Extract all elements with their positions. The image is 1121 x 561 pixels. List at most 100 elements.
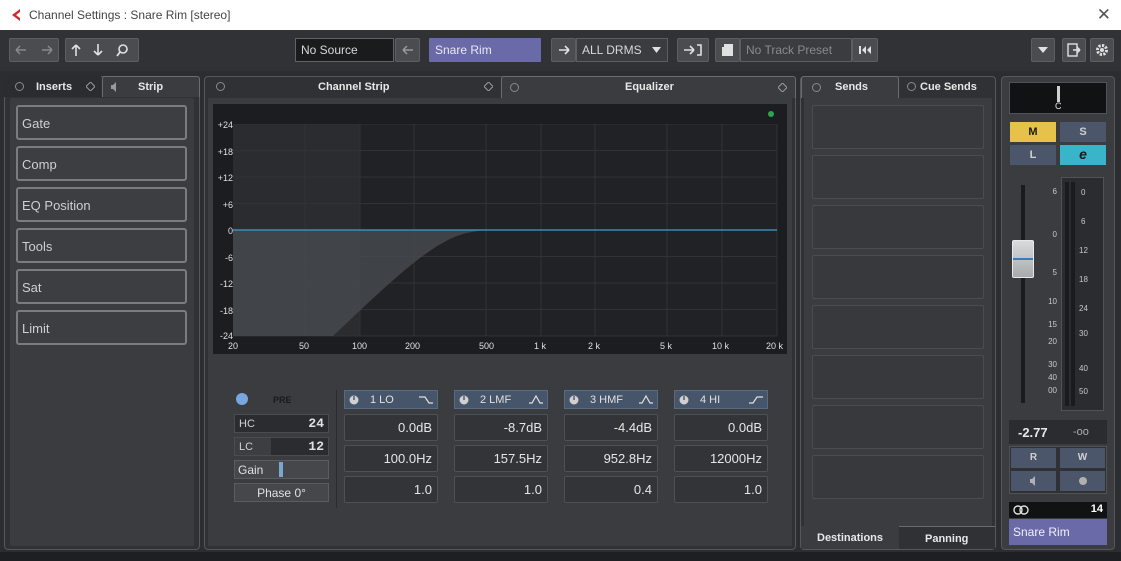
send-slot-3[interactable] <box>812 205 984 249</box>
record-enable-button[interactable] <box>1060 471 1105 491</box>
read-button[interactable]: R <box>1011 448 1056 468</box>
visibility-dropdown[interactable]: ALL DRMS <box>576 38 668 62</box>
routing-back-button[interactable] <box>395 38 420 62</box>
volume-fader-handle[interactable] <box>1012 240 1034 278</box>
power-icon[interactable] <box>349 395 359 405</box>
preset-browse-button[interactable] <box>852 38 878 62</box>
band-4-header[interactable]: 4 HI <box>674 390 768 409</box>
track-preset-field[interactable]: No Track Preset <box>740 38 852 62</box>
fader-scale-label: 00 <box>1048 386 1057 395</box>
band-2-gain[interactable]: -8.7dB <box>454 414 548 441</box>
band-3-freq[interactable]: 952.8Hz <box>564 445 658 472</box>
send-slot-2[interactable] <box>812 155 984 199</box>
eq-bypass-button[interactable] <box>236 393 248 405</box>
tab-strip[interactable]: Strip <box>102 76 200 97</box>
high-cut-control[interactable]: HC 24 <box>234 414 329 433</box>
band-2-q[interactable]: 1.0 <box>454 476 548 503</box>
close-icon[interactable]: ✕ <box>1097 5 1111 25</box>
high-shelf-icon[interactable] <box>749 395 763 405</box>
band-2-freq[interactable]: 157.5Hz <box>454 445 548 472</box>
tab-sends[interactable]: Sends <box>801 76 899 98</box>
band-1-freq[interactable]: 100.0Hz <box>344 445 438 472</box>
strip-module-comp[interactable]: Comp <box>16 146 187 181</box>
tab-cue-sends[interactable]: Cue Sends <box>900 77 995 97</box>
tab-inserts[interactable]: Inserts <box>4 76 101 97</box>
channel-name-field[interactable]: Snare Rim <box>1009 519 1107 545</box>
tab-destinations[interactable]: Destinations <box>801 526 899 549</box>
send-slot-1[interactable] <box>812 105 984 149</box>
navigation-arrows[interactable] <box>9 38 59 62</box>
menu-dropdown-button[interactable] <box>1031 38 1055 62</box>
low-shelf-icon[interactable] <box>419 395 433 405</box>
track-name-field[interactable]: Snare Rim <box>429 38 541 62</box>
band-3-gain[interactable]: -4.4dB <box>564 414 658 441</box>
settings-button[interactable] <box>1090 38 1114 62</box>
window-title: Channel Settings : Snare Rim [stereo] <box>29 8 231 22</box>
strip-module-limit[interactable]: Limit <box>16 310 187 345</box>
listen-button[interactable]: L <box>1010 145 1056 165</box>
peak-filter-icon[interactable] <box>529 394 543 405</box>
x-tick-label: 20 k <box>766 341 784 351</box>
band-4-freq[interactable]: 12000Hz <box>674 445 768 472</box>
exit-button[interactable] <box>1062 38 1086 62</box>
fader-track <box>1021 185 1025 403</box>
band-1-header[interactable]: 1 LO <box>344 390 438 409</box>
band-3-header[interactable]: 3 HMF <box>564 390 658 409</box>
tab-dot-icon <box>907 82 916 91</box>
tab-dot-icon <box>812 83 821 92</box>
send-slot-8[interactable] <box>812 455 984 499</box>
strip-module-eq-position[interactable]: EQ Position <box>16 187 187 222</box>
send-slot-7[interactable] <box>812 405 984 449</box>
speaker-icon <box>1029 476 1035 486</box>
tab-label: Equalizer <box>625 81 674 93</box>
power-icon[interactable] <box>569 395 579 405</box>
gain-slider-handle[interactable] <box>279 462 283 477</box>
band-2-header[interactable]: 2 LMF <box>454 390 548 409</box>
search-nav-group[interactable] <box>65 38 139 62</box>
strip-module-sat[interactable]: Sat <box>16 269 187 304</box>
mute-button[interactable]: M <box>1010 122 1056 142</box>
tab-panning[interactable]: Panning <box>899 526 995 549</box>
send-slot-6[interactable] <box>812 355 984 399</box>
band-1-q[interactable]: 1.0 <box>344 476 438 503</box>
title-bar: Channel Settings : Snare Rim [stereo] ✕ <box>0 0 1121 30</box>
monitor-button[interactable] <box>1011 471 1056 491</box>
power-icon[interactable] <box>679 395 689 405</box>
gain-slider[interactable]: Gain <box>234 460 329 479</box>
fader-area[interactable]: 6 0 5 10 15 20 30 40 00 0 6 12 18 24 30 … <box>1009 173 1107 413</box>
fader-scale-label: 30 <box>1048 360 1057 369</box>
eq-curve-display[interactable]: +24 +18 +12 +6 0 -6 -12 -18 -24 20 50 10… <box>213 104 787 354</box>
tab-equalizer[interactable]: Equalizer <box>501 76 796 98</box>
toolbar: No Source Snare Rim ALL DRMS No Track Pr… <box>0 30 1121 71</box>
edit-channel-button[interactable]: e <box>1060 145 1106 165</box>
band-1-gain[interactable]: 0.0dB <box>344 414 438 441</box>
strip-module-tools[interactable]: Tools <box>16 228 187 263</box>
band-4-gain[interactable]: 0.0dB <box>674 414 768 441</box>
send-slot-4[interactable] <box>812 255 984 299</box>
solo-button[interactable]: S <box>1060 122 1106 142</box>
phase-button[interactable]: Phase 0° <box>234 483 329 502</box>
fader-scale-label: 20 <box>1048 337 1057 346</box>
pan-control[interactable]: C <box>1009 82 1107 114</box>
write-button[interactable]: W <box>1060 448 1105 468</box>
peak-filter-icon[interactable] <box>639 394 653 405</box>
forward-button[interactable] <box>551 38 576 62</box>
low-cut-control[interactable]: LC 12 <box>234 437 329 456</box>
send-slot-5[interactable] <box>812 305 984 349</box>
band-4-q[interactable]: 1.0 <box>674 476 768 503</box>
y-tick-label: -18 <box>219 306 233 316</box>
meter-scale-label: 6 <box>1081 217 1086 226</box>
input-source-field[interactable]: No Source <box>295 38 394 62</box>
volume-value[interactable]: -2.77 <box>1018 425 1048 440</box>
band-3-q[interactable]: 0.4 <box>564 476 658 503</box>
y-tick-label: +18 <box>217 147 233 157</box>
y-tick-label: -6 <box>224 253 233 263</box>
power-icon[interactable] <box>459 395 469 405</box>
export-button[interactable] <box>677 38 709 62</box>
preset-icon-button[interactable] <box>715 38 740 62</box>
strip-module-gate[interactable]: Gate <box>16 105 187 140</box>
tab-channel-strip[interactable]: Channel Strip <box>205 77 497 97</box>
fader-scale-label: 0 <box>1052 230 1057 239</box>
eq-curve-svg[interactable] <box>233 124 789 338</box>
peak-value[interactable]: -oo <box>1073 426 1089 438</box>
